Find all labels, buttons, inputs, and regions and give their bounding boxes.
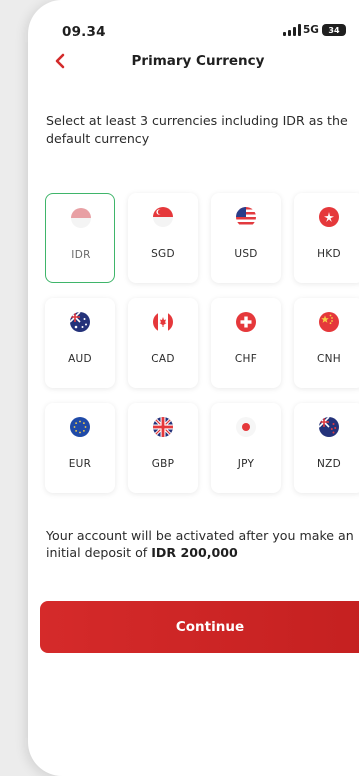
currency-tile-eur[interactable]: EUR [45,403,115,493]
status-bar: 09.34 5G 34 [28,0,359,44]
singapore-flag-icon [153,207,173,227]
currency-code: GBP [151,458,175,470]
china-flag-icon [319,312,339,332]
uk-flag-icon [153,417,173,437]
currency-code: JPY [237,458,255,470]
currency-tile-aud[interactable]: AUD [45,298,115,388]
currency-code: HKD [317,248,341,260]
instruction-text: Select at least 3 currencies including I… [46,113,348,146]
switzerland-flag-icon [236,312,256,332]
battery-level: 34 [328,25,340,35]
header: Primary Currency [28,44,359,80]
indonesia-flag-icon [71,208,91,228]
currency-tile-sgd[interactable]: SGD [128,193,198,283]
deposit-amount: IDR 200,000 [151,545,238,560]
usa-flag-icon [236,207,256,227]
continue-button[interactable]: Continue [40,601,359,653]
japan-flag-icon [236,417,256,437]
currency-tile-chf[interactable]: CHF [211,298,281,388]
hong-kong-flag-icon [319,207,339,227]
currency-tile-jpy[interactable]: JPY [211,403,281,493]
phone-screen: 09.34 5G 34 Primary Currency Select at l… [28,0,359,776]
currency-code: NZD [316,458,342,470]
page-title: Primary Currency [131,53,265,69]
currency-code: CAD [151,353,175,365]
currency-code: CNH [317,353,341,365]
currency-tile-cnh[interactable]: CNH [294,298,359,388]
eu-flag-icon [70,417,90,437]
network-type: 5G [303,24,319,36]
currency-tile-hkd[interactable]: HKD [294,193,359,283]
currency-tile-gbp[interactable]: GBP [128,403,198,493]
currency-code: CHF [234,353,258,365]
battery-icon: 34 [322,24,346,36]
australia-flag-icon [70,312,90,332]
canada-flag-icon [153,312,173,332]
activation-note: Your account will be activated after you… [46,527,359,561]
currency-tile-usd[interactable]: USD [211,193,281,283]
currency-tile-idr[interactable]: IDR [45,193,115,283]
currency-code: IDR [71,249,91,261]
currency-code: USD [234,248,258,260]
currency-code: SGD [151,248,175,260]
currency-tile-nzd[interactable]: NZD [294,403,359,493]
new-zealand-flag-icon [319,417,339,437]
currency-code: AUD [68,353,92,365]
signal-icon [283,24,301,36]
status-time: 09.34 [62,24,106,40]
currency-tile-cad[interactable]: CAD [128,298,198,388]
currency-code: EUR [68,458,92,470]
